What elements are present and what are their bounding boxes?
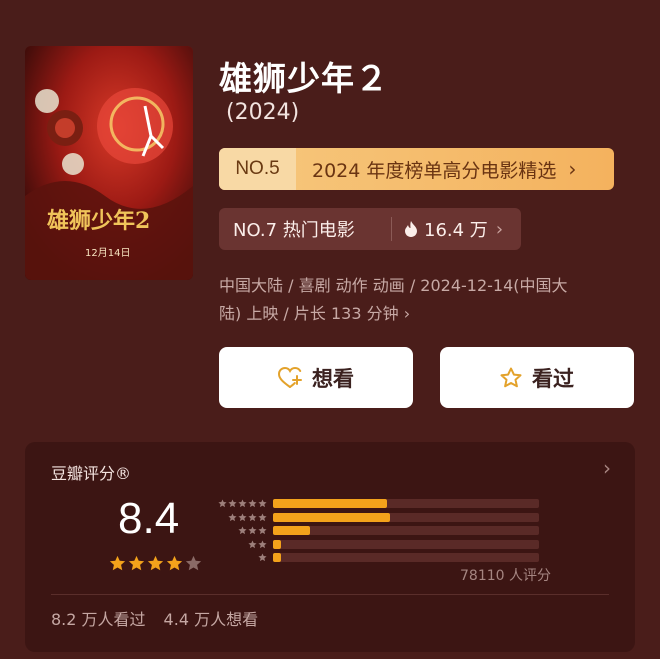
small-star-icon [258, 553, 267, 562]
meta-line: 陆) 上映 / 片长 133 分钟 › [219, 304, 411, 323]
small-star-icon [228, 499, 237, 508]
rating-bar-row-2 [215, 538, 539, 551]
small-star-icon [238, 513, 247, 521]
hot-rank-label: NO.7 热门电影 [233, 220, 355, 241]
rating-score: 8.4 [118, 494, 180, 543]
bar-fill [273, 553, 281, 563]
small-star-icon [228, 513, 237, 521]
rating-bar-row-1 [215, 551, 539, 564]
bar-track [273, 539, 539, 549]
bar-stars [215, 526, 273, 535]
small-star-icon [218, 499, 227, 508]
watched-button[interactable]: 看过 [440, 347, 634, 408]
want-count[interactable]: 4.4 万人想看 [164, 606, 259, 630]
movie-poster[interactable]: 雄狮少年2 12月14日 [25, 46, 193, 280]
bar-stars [215, 513, 273, 522]
hot-movies-badge[interactable]: NO.7 热门电影 16.4 万 › [219, 208, 521, 250]
rating-bar-row-3 [215, 524, 539, 537]
douban-rating-card[interactable]: 豆瓣评分® › 8.4 78110 人评分 8.2 万人看过 4.4 万人想看 [25, 442, 635, 652]
poster-date: 12月14日 [85, 247, 130, 259]
bar-stars [215, 540, 273, 549]
want-to-watch-button[interactable]: 想看 [219, 347, 413, 408]
bar-stars [215, 499, 273, 508]
star-filled-icon [166, 555, 183, 571]
bar-track [273, 512, 539, 522]
bar-fill [273, 539, 281, 549]
small-star-icon [258, 499, 267, 508]
seen-label: 看过 [532, 366, 574, 391]
small-star-icon [258, 540, 267, 548]
bar-track [273, 499, 539, 508]
divider [51, 594, 609, 595]
want-label: 想看 [312, 366, 354, 391]
poster-title: 雄狮少年2 [46, 208, 150, 234]
star-filled-icon [128, 555, 145, 571]
heart-plus-icon [278, 366, 302, 388]
star-outline-icon [500, 367, 522, 388]
movie-meta-info[interactable]: 中国大陆 / 喜剧 动作 动画 / 2024-12-14(中国大 陆) 上映 /… [219, 272, 624, 328]
small-star-icon [238, 526, 247, 535]
small-star-icon [238, 499, 247, 508]
vote-count[interactable]: 78110 人评分 [460, 565, 551, 585]
rating-bar-row-4 [215, 511, 539, 524]
chevron-right-icon: › [568, 157, 577, 181]
chevron-right-icon: › [495, 218, 504, 240]
small-star-icon [248, 526, 257, 535]
small-star-icon [258, 513, 267, 521]
small-star-icon [248, 540, 257, 548]
rating-distribution [215, 497, 539, 565]
bar-track [273, 553, 539, 563]
rating-stars [109, 555, 202, 572]
star-empty-icon [185, 555, 202, 571]
movie-title: 雄狮少年２ [219, 59, 389, 98]
small-star-icon [248, 513, 257, 521]
star-filled-icon [147, 555, 164, 571]
bar-track [273, 526, 539, 536]
bar-stars [215, 553, 273, 562]
rank-number: NO.5 [219, 148, 296, 190]
chevron-right-icon[interactable]: › [603, 456, 611, 480]
annual-ranking-badge[interactable]: NO.5 2024 年度榜单高分电影精选 › [219, 148, 614, 190]
flame-icon [405, 221, 417, 237]
bar-fill [273, 499, 388, 508]
star-filled-icon [109, 555, 126, 571]
meta-line: 中国大陆 / 喜剧 动作 动画 / 2024-12-14(中国大 [219, 276, 568, 295]
hot-count: 16.4 万 [424, 220, 488, 241]
bar-fill [273, 512, 391, 522]
rating-title: 豆瓣评分® [51, 464, 132, 483]
small-star-icon [248, 499, 257, 508]
seen-count[interactable]: 8.2 万人看过 [51, 606, 146, 630]
rank-label: 2024 年度榜单高分电影精选 [312, 159, 557, 182]
bar-fill [273, 526, 311, 536]
poster-artwork: 雄狮少年2 12月14日 [25, 46, 193, 280]
movie-year: (2024) [226, 100, 300, 125]
rating-bar-row-5 [215, 497, 539, 510]
small-star-icon [258, 526, 267, 535]
